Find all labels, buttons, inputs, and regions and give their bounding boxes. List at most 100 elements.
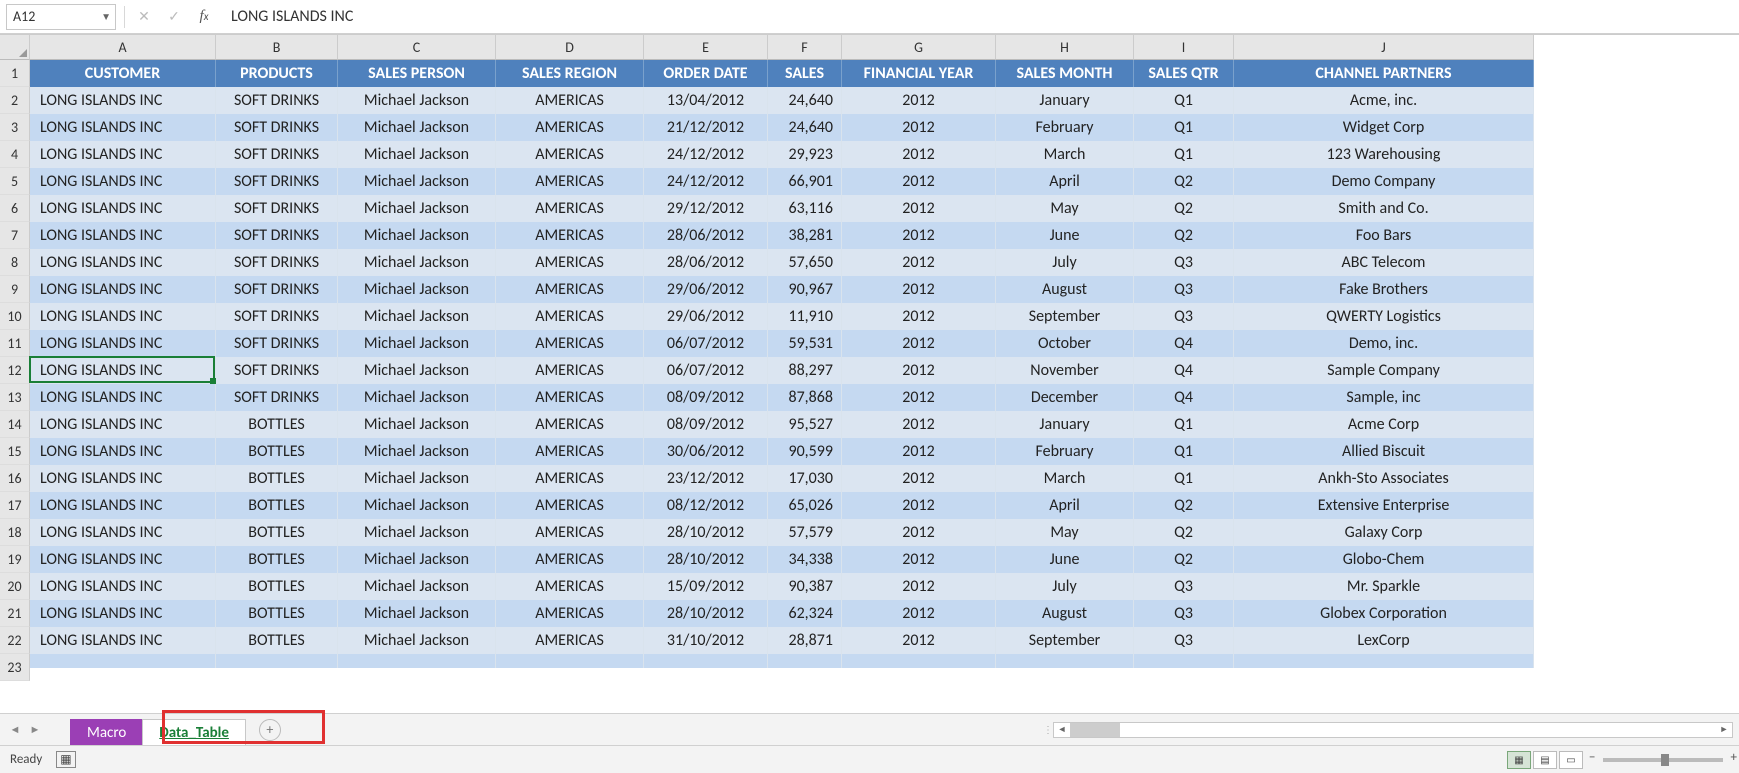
cell[interactable]: LONG ISLANDS INC xyxy=(30,276,216,303)
cell[interactable]: Q2 xyxy=(1134,168,1234,195)
cell[interactable]: SOFT DRINKS xyxy=(216,222,338,249)
cell[interactable]: AMERICAS xyxy=(496,438,644,465)
fx-icon[interactable]: fx xyxy=(193,6,215,28)
cell[interactable]: 28/10/2012 xyxy=(644,600,768,627)
cell[interactable] xyxy=(644,654,768,668)
cell[interactable]: Mr. Sparkle xyxy=(1234,573,1534,600)
row-header-4[interactable]: 4 xyxy=(0,141,30,168)
cell[interactable]: Michael Jackson xyxy=(338,465,496,492)
cell[interactable]: SOFT DRINKS xyxy=(216,276,338,303)
cell[interactable]: 06/07/2012 xyxy=(644,357,768,384)
cell[interactable]: BOTTLES xyxy=(216,492,338,519)
scroll-track[interactable] xyxy=(1070,723,1716,737)
cell[interactable]: AMERICAS xyxy=(496,222,644,249)
column-label[interactable]: SALES MONTH xyxy=(996,60,1134,87)
cell[interactable]: AMERICAS xyxy=(496,519,644,546)
zoom-knob[interactable] xyxy=(1661,754,1669,766)
cell[interactable]: 08/09/2012 xyxy=(644,384,768,411)
cell[interactable]: LONG ISLANDS INC xyxy=(30,168,216,195)
cell[interactable]: LONG ISLANDS INC xyxy=(30,303,216,330)
cell[interactable]: LONG ISLANDS INC xyxy=(30,87,216,114)
cell[interactable]: BOTTLES xyxy=(216,519,338,546)
cell[interactable]: Michael Jackson xyxy=(338,249,496,276)
cell[interactable] xyxy=(1234,654,1534,668)
cell[interactable]: LONG ISLANDS INC xyxy=(30,573,216,600)
cell[interactable]: Michael Jackson xyxy=(338,87,496,114)
cell[interactable]: September xyxy=(996,303,1134,330)
cell[interactable]: Michael Jackson xyxy=(338,276,496,303)
cell[interactable]: 2012 xyxy=(842,546,996,573)
row-header-7[interactable]: 7 xyxy=(0,222,30,249)
cell[interactable]: Michael Jackson xyxy=(338,627,496,654)
column-label[interactable]: SALES REGION xyxy=(496,60,644,87)
col-header-D[interactable]: D xyxy=(496,35,644,60)
cell[interactable]: SOFT DRINKS xyxy=(216,141,338,168)
cell[interactable]: Smith and Co. xyxy=(1234,195,1534,222)
cell[interactable]: Michael Jackson xyxy=(338,384,496,411)
cell[interactable]: 31/10/2012 xyxy=(644,627,768,654)
cell[interactable]: AMERICAS xyxy=(496,465,644,492)
col-header-H[interactable]: H xyxy=(996,35,1134,60)
cell[interactable]: 2012 xyxy=(842,141,996,168)
cell[interactable] xyxy=(1134,654,1234,668)
cell[interactable]: LONG ISLANDS INC xyxy=(30,222,216,249)
cell[interactable]: 24,640 xyxy=(768,114,842,141)
cell[interactable]: Q1 xyxy=(1134,465,1234,492)
cell[interactable]: Michael Jackson xyxy=(338,438,496,465)
cell[interactable]: 66,901 xyxy=(768,168,842,195)
row-header-17[interactable]: 17 xyxy=(0,492,30,519)
cell[interactable]: 2012 xyxy=(842,330,996,357)
cell[interactable]: 28/10/2012 xyxy=(644,546,768,573)
cell[interactable]: 57,579 xyxy=(768,519,842,546)
cell[interactable]: Michael Jackson xyxy=(338,303,496,330)
cell[interactable]: LONG ISLANDS INC xyxy=(30,330,216,357)
tab-prev-icon[interactable]: ◄ xyxy=(6,721,24,739)
cell[interactable]: 65,026 xyxy=(768,492,842,519)
row-header-6[interactable]: 6 xyxy=(0,195,30,222)
cell[interactable]: Extensive Enterprise xyxy=(1234,492,1534,519)
cell[interactable]: Q4 xyxy=(1134,357,1234,384)
cell[interactable]: Q4 xyxy=(1134,330,1234,357)
cell[interactable]: 08/12/2012 xyxy=(644,492,768,519)
cell[interactable]: Q1 xyxy=(1134,141,1234,168)
cell[interactable]: 2012 xyxy=(842,303,996,330)
cell[interactable]: 13/04/2012 xyxy=(644,87,768,114)
cell[interactable]: Michael Jackson xyxy=(338,546,496,573)
row-header-9[interactable]: 9 xyxy=(0,276,30,303)
row-header-18[interactable]: 18 xyxy=(0,519,30,546)
cell[interactable]: SOFT DRINKS xyxy=(216,114,338,141)
cell[interactable]: 2012 xyxy=(842,249,996,276)
cell[interactable]: SOFT DRINKS xyxy=(216,87,338,114)
cell[interactable]: Q1 xyxy=(1134,87,1234,114)
cell[interactable]: 29/12/2012 xyxy=(644,195,768,222)
view-page-layout-icon[interactable]: ▤ xyxy=(1533,751,1557,769)
cell[interactable]: AMERICAS xyxy=(496,384,644,411)
cell[interactable]: AMERICAS xyxy=(496,627,644,654)
cell[interactable]: July xyxy=(996,249,1134,276)
cell[interactable]: LONG ISLANDS INC xyxy=(30,249,216,276)
row-header-8[interactable]: 8 xyxy=(0,249,30,276)
cell[interactable]: SOFT DRINKS xyxy=(216,330,338,357)
cell[interactable]: 29/06/2012 xyxy=(644,303,768,330)
col-header-B[interactable]: B xyxy=(216,35,338,60)
name-box[interactable]: A12 ▼ xyxy=(6,4,116,30)
cell[interactable]: Globo-Chem xyxy=(1234,546,1534,573)
cell[interactable]: 2012 xyxy=(842,573,996,600)
cell[interactable]: June xyxy=(996,546,1134,573)
tab-next-icon[interactable]: ► xyxy=(26,721,44,739)
cell[interactable] xyxy=(338,654,496,668)
zoom-out-icon[interactable]: − xyxy=(1589,750,1595,765)
cell[interactable]: Michael Jackson xyxy=(338,357,496,384)
cell[interactable]: 08/09/2012 xyxy=(644,411,768,438)
cell[interactable]: Michael Jackson xyxy=(338,195,496,222)
cell[interactable]: Q1 xyxy=(1134,114,1234,141)
cell[interactable]: Q3 xyxy=(1134,600,1234,627)
row-header-22[interactable]: 22 xyxy=(0,627,30,654)
cell[interactable]: 2012 xyxy=(842,87,996,114)
cell[interactable]: LONG ISLANDS INC xyxy=(30,627,216,654)
row-header-16[interactable]: 16 xyxy=(0,465,30,492)
row-header-19[interactable]: 19 xyxy=(0,546,30,573)
row-header-1[interactable]: 1 xyxy=(0,60,30,87)
cell[interactable]: May xyxy=(996,519,1134,546)
cell[interactable]: Fake Brothers xyxy=(1234,276,1534,303)
